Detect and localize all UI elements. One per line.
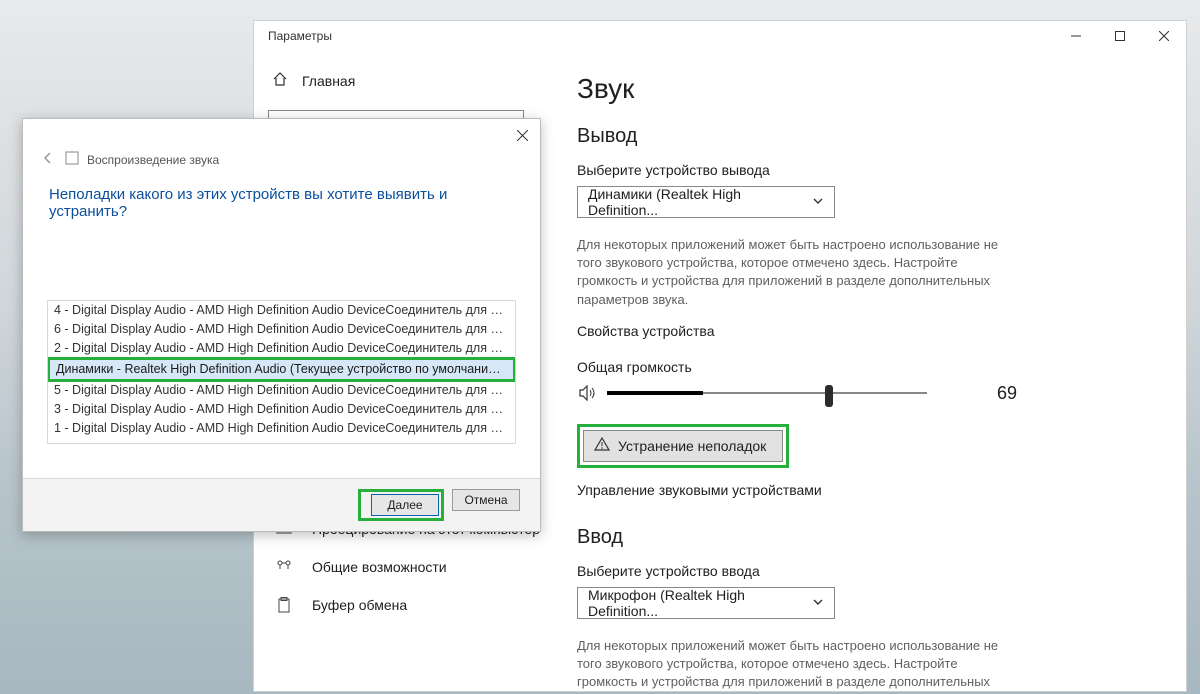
output-choose-label: Выберите устройство вывода [577,162,1156,178]
settings-titlebar: Параметры [254,21,1186,51]
clipboard-icon [274,597,294,613]
volume-control: 69 [577,383,1156,404]
output-device-selected: Динамики (Realtek High Definition... [588,186,812,218]
dialog-footer: Далее Отмена [23,478,540,531]
home-icon [272,71,288,90]
sidebar-item-label: Буфер обмена [312,597,407,613]
input-device-selected: Микрофон (Realtek High Definition... [588,587,812,619]
output-section: Вывод [577,125,1156,148]
home-label: Главная [302,73,355,89]
output-properties-link[interactable]: Свойства устройства [577,323,1156,339]
dialog-close-button[interactable] [512,125,532,145]
device-row[interactable]: 5 - Digital Display Audio - AMD High Def… [48,381,515,400]
dialog-header: Воспроизведение звука [23,145,540,186]
volume-slider[interactable] [607,383,927,403]
home-nav[interactable]: Главная [272,71,543,90]
chevron-down-icon [812,194,824,210]
device-row[interactable]: 2 - Digital Display Audio - AMD High Def… [48,339,515,358]
sidebar-item-label: Общие возможности [312,559,447,575]
page-title: Звук [577,73,1156,105]
dialog-question: Неполадки какого из этих устройств вы хо… [23,186,540,240]
output-device-dropdown[interactable]: Динамики (Realtek High Definition... [577,186,835,218]
device-row-selected[interactable]: Динамики - Realtek High Definition Audio… [50,360,513,379]
settings-content: Звук Вывод Выберите устройство вывода Ди… [557,51,1186,691]
troubleshoot-button[interactable]: Устранение неполадок [583,430,783,462]
highlight-next-button: Далее [358,489,444,521]
speaker-icon [577,385,601,401]
shared-icon [274,559,294,575]
manage-devices-link[interactable]: Управление звуковыми устройствами [577,482,1156,498]
volume-label: Общая громкость [577,359,1156,375]
device-row[interactable]: 6 - Digital Display Audio - AMD High Def… [48,320,515,339]
output-help-text: Для некоторых приложений может быть наст… [577,236,1017,309]
chevron-down-icon [812,595,824,611]
sidebar-item-shared[interactable]: Общие возможности [268,548,543,586]
sidebar-item-clipboard[interactable]: Буфер обмена [268,586,543,624]
highlight-troubleshoot: Устранение неполадок [577,424,789,468]
device-list[interactable]: 4 - Digital Display Audio - AMD High Def… [47,300,516,444]
device-row[interactable]: 1 - Digital Display Audio - AMD High Def… [48,419,515,438]
input-choose-label: Выберите устройство ввода [577,563,1156,579]
next-button[interactable]: Далее [371,494,439,516]
cancel-button[interactable]: Отмена [452,489,520,511]
troubleshoot-label: Устранение неполадок [618,438,766,454]
volume-value: 69 [987,383,1017,404]
input-device-dropdown[interactable]: Микрофон (Realtek High Definition... [577,587,835,619]
settings-window-title: Параметры [268,29,332,43]
input-section: Ввод [577,526,1156,549]
close-button[interactable] [1142,21,1186,51]
back-icon[interactable] [41,151,55,168]
troubleshooter-dialog: Воспроизведение звука Неполадки какого и… [22,118,541,532]
input-help-text: Для некоторых приложений может быть наст… [577,637,1017,691]
maximize-button[interactable] [1098,21,1142,51]
dialog-header-title: Воспроизведение звука [87,153,219,167]
device-row[interactable]: 3 - Digital Display Audio - AMD High Def… [48,400,515,419]
highlight-selected-device: Динамики - Realtek High Definition Audio… [47,357,516,382]
device-row[interactable]: 4 - Digital Display Audio - AMD High Def… [48,301,515,320]
sound-troubleshoot-icon [65,151,79,168]
warning-icon [594,437,610,454]
minimize-button[interactable] [1054,21,1098,51]
